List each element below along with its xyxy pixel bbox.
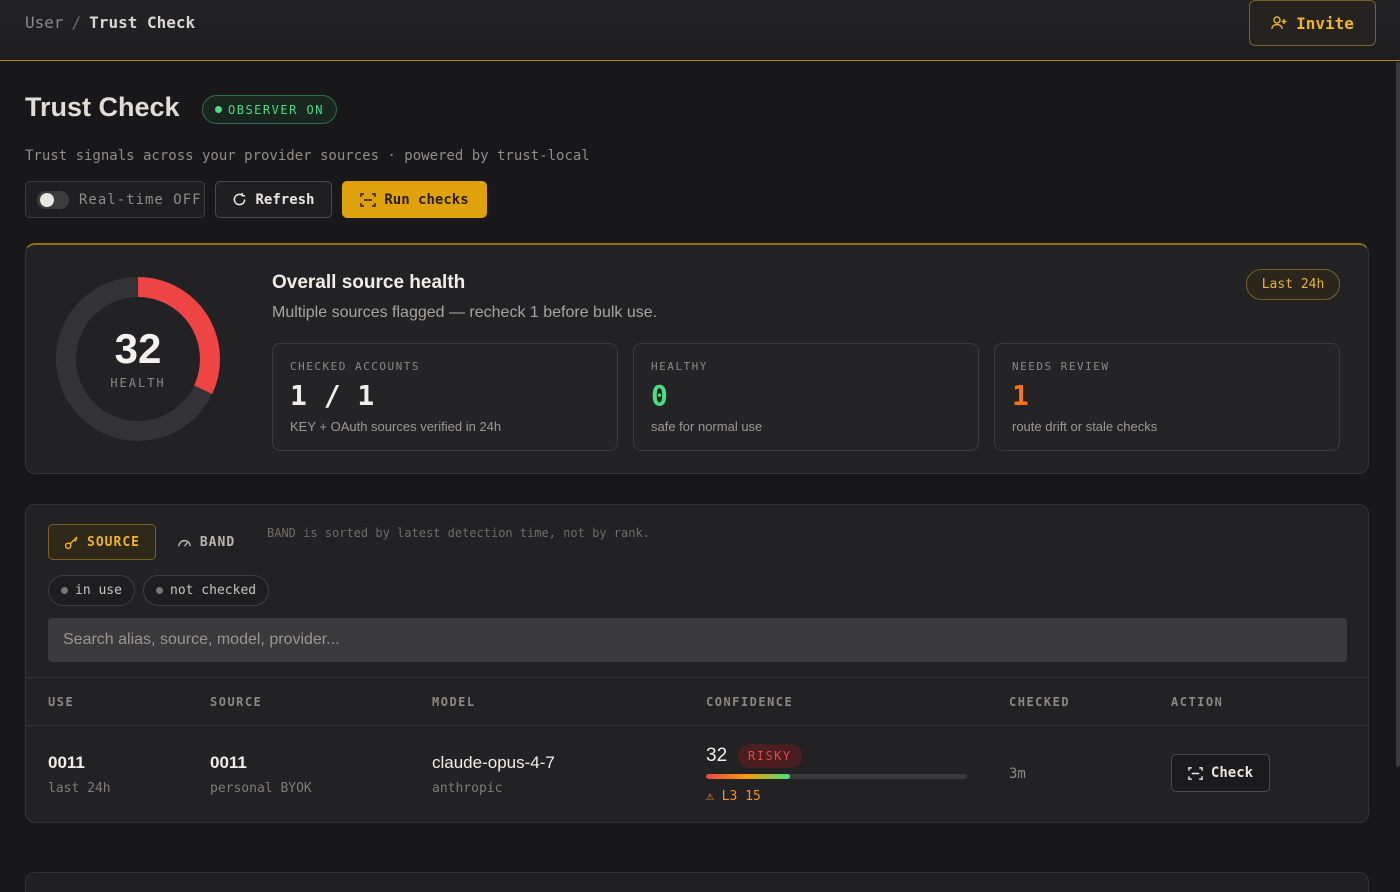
breadcrumb-current: Trust Check bbox=[89, 13, 196, 32]
health-gauge: 32 HEALTH bbox=[56, 277, 220, 441]
column-header-source: SOURCE bbox=[210, 695, 263, 709]
tab-band[interactable]: BAND bbox=[166, 524, 246, 560]
cell-source: 0011 bbox=[210, 753, 247, 772]
refresh-icon bbox=[234, 192, 246, 206]
observer-badge-label: OBSERVER ON bbox=[228, 102, 324, 117]
column-header-use: USE bbox=[48, 695, 75, 709]
next-card bbox=[25, 872, 1369, 892]
table-header: USE SOURCE MODEL CONFIDENCE CHECKED ACTI… bbox=[26, 677, 1368, 726]
stat-value: 0 bbox=[651, 379, 668, 412]
stat-checked-accounts: CHECKED ACCOUNTS 1 / 1 KEY + OAuth sourc… bbox=[272, 343, 618, 451]
stat-value: 1 / 1 bbox=[290, 379, 375, 412]
column-header-action: ACTION bbox=[1171, 695, 1224, 709]
cell-use: 0011 bbox=[48, 753, 85, 772]
health-title: Overall source health bbox=[272, 272, 466, 293]
confidence-bar-fill bbox=[706, 774, 790, 779]
user-plus-icon bbox=[1271, 16, 1287, 30]
filter-chip-in-use[interactable]: in use bbox=[48, 575, 135, 606]
column-header-model: MODEL bbox=[432, 695, 476, 709]
column-header-checked: CHECKED bbox=[1009, 695, 1071, 709]
range-badge[interactable]: Last 24h bbox=[1246, 269, 1340, 300]
chip-dot-icon bbox=[156, 587, 163, 594]
stat-note: KEY + OAuth sources verified in 24h bbox=[290, 419, 502, 434]
filter-chip-label: not checked bbox=[170, 583, 257, 598]
stat-label: NEEDS REVIEW bbox=[1012, 360, 1110, 373]
observer-badge: OBSERVER ON bbox=[202, 95, 337, 124]
stat-healthy: HEALTHY 0 safe for normal use bbox=[633, 343, 979, 451]
top-bar: User / Trust Check Invite bbox=[0, 0, 1400, 61]
cell-model-sub: anthropic bbox=[432, 781, 503, 796]
breadcrumb: User / Trust Check bbox=[25, 13, 195, 32]
breadcrumb-separator: / bbox=[71, 13, 82, 32]
stat-needs-review: NEEDS REVIEW 1 route drift or stale chec… bbox=[994, 343, 1340, 451]
health-score-label: HEALTH bbox=[110, 376, 165, 390]
breadcrumb-parent[interactable]: User bbox=[25, 13, 64, 32]
health-card: 32 HEALTH Overall source health Multiple… bbox=[25, 243, 1369, 474]
invite-button[interactable]: Invite bbox=[1249, 0, 1376, 46]
column-header-confidence: CONFIDENCE bbox=[706, 695, 794, 709]
chip-dot-icon bbox=[61, 587, 68, 594]
band-note: BAND is sorted by latest detection time,… bbox=[267, 526, 650, 540]
cell-use-sub: last 24h bbox=[48, 781, 111, 796]
table-row[interactable]: 0011 last 24h 0011 personal BYOK claude-… bbox=[26, 726, 1368, 822]
stat-note: route drift or stale checks bbox=[1012, 419, 1158, 434]
filter-chip-label: in use bbox=[75, 583, 122, 598]
gauge-icon bbox=[178, 539, 191, 547]
realtime-label: Real-time OFF bbox=[79, 191, 202, 208]
filter-chip-not-checked[interactable]: not checked bbox=[143, 575, 270, 606]
scan-icon bbox=[360, 192, 377, 207]
stat-label: HEALTHY bbox=[651, 360, 708, 373]
tab-source-label: SOURCE bbox=[87, 534, 140, 550]
page-subtitle: Trust signals across your provider sourc… bbox=[25, 148, 590, 164]
page-title: Trust Check bbox=[25, 92, 180, 122]
tab-band-label: BAND bbox=[199, 534, 236, 550]
status-dot-icon bbox=[215, 106, 222, 113]
refresh-button[interactable]: Refresh bbox=[215, 181, 332, 218]
realtime-toggle[interactable]: Real-time OFF bbox=[25, 181, 205, 218]
health-description: Multiple sources flagged — recheck 1 bef… bbox=[272, 304, 658, 321]
key-icon bbox=[64, 535, 78, 549]
check-button[interactable]: Check bbox=[1171, 754, 1270, 792]
cell-model: claude-opus-4-7 bbox=[432, 753, 555, 772]
scan-icon bbox=[1188, 766, 1203, 780]
health-score: 32 bbox=[115, 325, 162, 372]
risk-badge: RISKY bbox=[738, 744, 802, 768]
stat-value: 1 bbox=[1012, 379, 1029, 412]
cell-source-sub: personal BYOK bbox=[210, 781, 312, 796]
warning-text: ⚠ L3 15 bbox=[706, 789, 761, 804]
stat-label: CHECKED ACCOUNTS bbox=[290, 360, 420, 373]
check-button-label: Check bbox=[1210, 765, 1254, 781]
confidence-score: 32 bbox=[706, 745, 728, 766]
cell-checked: 3m bbox=[1009, 766, 1026, 782]
run-checks-button[interactable]: Run checks bbox=[342, 181, 487, 218]
run-checks-label: Run checks bbox=[384, 191, 469, 208]
refresh-label: Refresh bbox=[255, 191, 315, 208]
page-scrollbar[interactable] bbox=[1396, 62, 1400, 767]
stat-note: safe for normal use bbox=[651, 419, 763, 434]
confidence-bar bbox=[706, 774, 967, 779]
invite-label: Invite bbox=[1296, 13, 1354, 33]
tab-source[interactable]: SOURCE bbox=[48, 524, 156, 560]
toggle-switch-icon[interactable] bbox=[37, 190, 69, 209]
sources-card: SOURCE BAND BAND is sorted by latest det… bbox=[25, 504, 1369, 823]
search-input[interactable] bbox=[48, 618, 1347, 662]
